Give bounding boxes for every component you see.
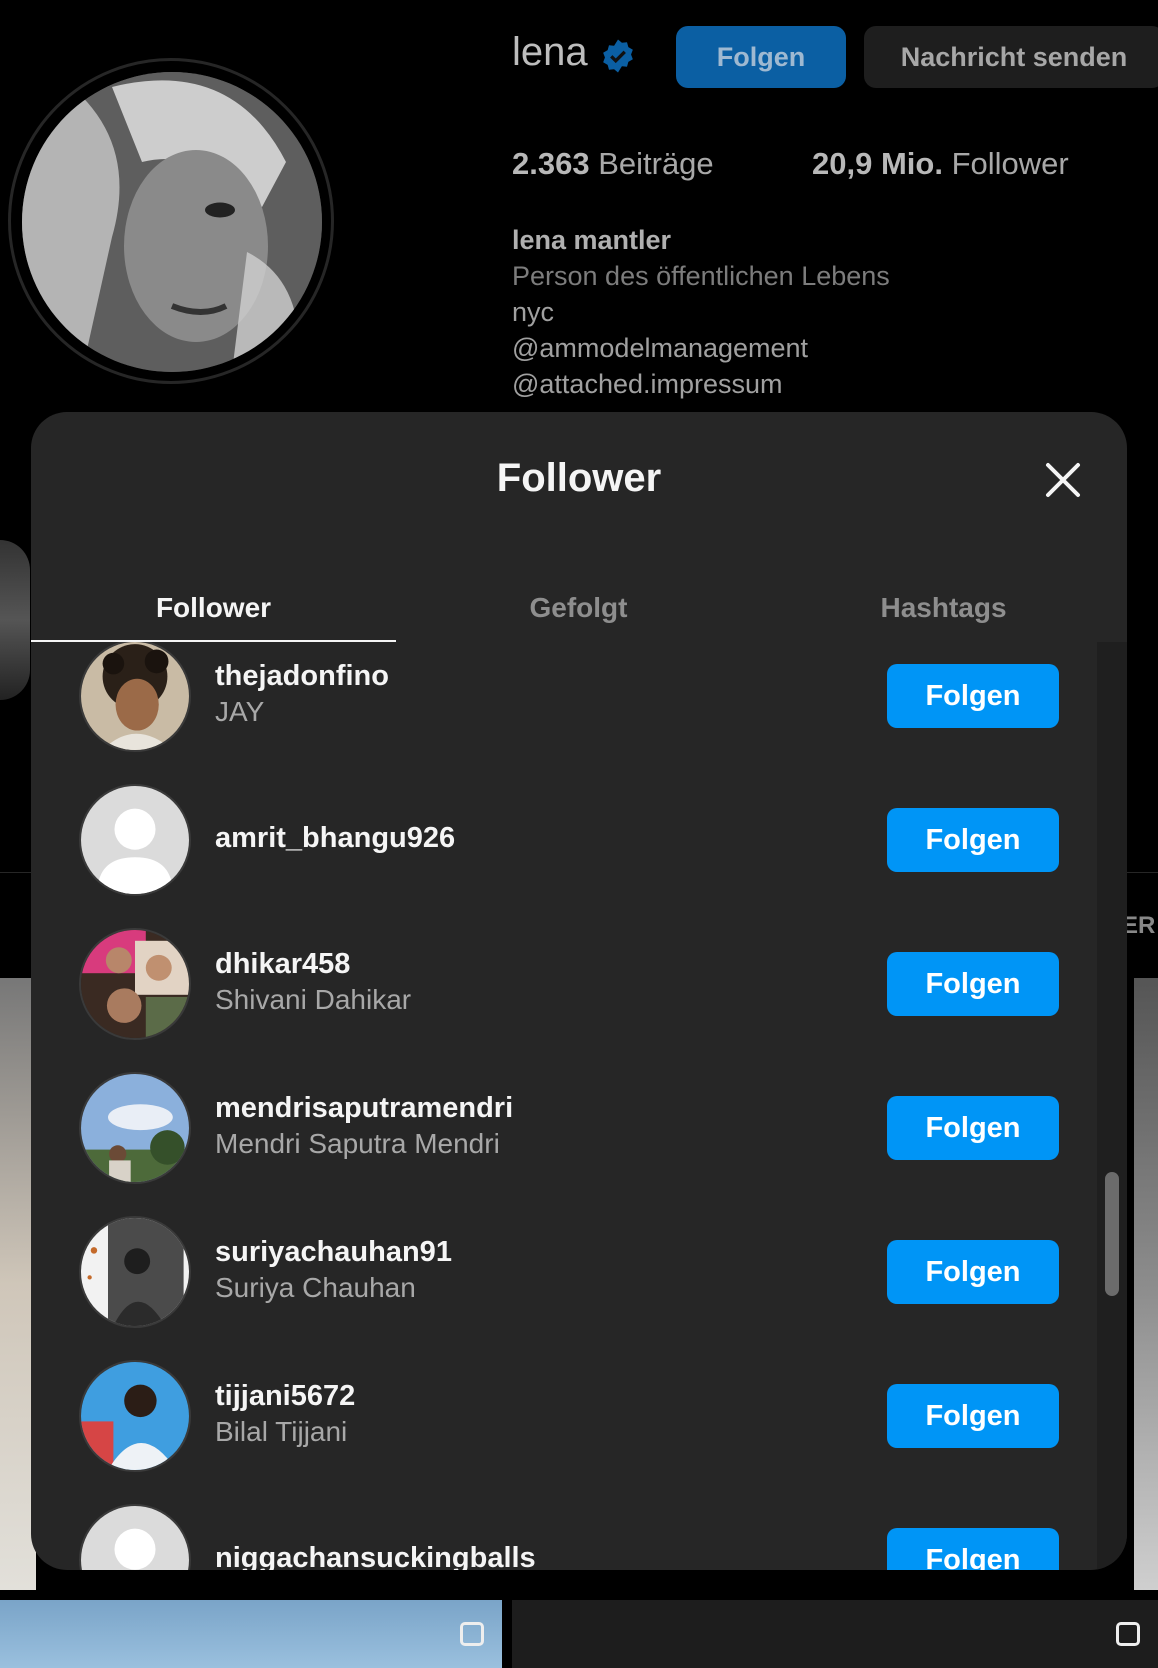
send-message-button[interactable]: Nachricht senden [864,26,1158,88]
follow-button[interactable]: Folgen [887,1384,1059,1448]
bio-line: nyc [512,297,555,327]
story-highlight[interactable] [0,540,30,700]
followers-label: Follower [951,146,1069,181]
avatar[interactable] [79,928,191,1040]
bio-name: lena mantler [512,225,672,255]
dialog-title: Follower [496,456,662,500]
post-thumbnail[interactable] [0,1600,502,1668]
follow-button[interactable]: Folgen [887,1528,1059,1570]
follower-username[interactable]: amrit_bhangu926 [215,822,455,855]
bio-mention-link[interactable]: @attached.impressum [512,366,890,402]
list-item[interactable]: thejadonfino JAY Folgen [79,642,1059,752]
list-item[interactable]: amrit_bhangu926 Folgen [79,784,1059,896]
list-item[interactable]: niggachansuckingballs Folgen [79,1504,1059,1570]
profile-username: lena [512,30,588,74]
avatar[interactable] [79,642,191,752]
follower-fullname: Suriya Chauhan [215,1272,416,1303]
follower-list: thejadonfino JAY Folgen amrit_bhangu926 … [31,642,1127,1570]
follower-username[interactable]: tijjani5672 [215,1380,355,1413]
profile-bio: lena mantler Person des öffentlichen Leb… [512,222,890,402]
avatar[interactable] [79,1360,191,1472]
follower-username[interactable]: thejadonfino [215,660,389,693]
list-item[interactable]: dhikar458 Shivani Dahikar Folgen [79,928,1059,1040]
follower-fullname: Bilal Tijjani [215,1416,348,1447]
follower-fullname: Shivani Dahikar [215,984,412,1015]
follower-username[interactable]: suriyachauhan91 [215,1236,452,1269]
avatar[interactable] [79,1072,191,1184]
follower-fullname: JAY [215,696,265,727]
avatar[interactable] [79,1216,191,1328]
list-item[interactable]: suriyachauhan91 Suriya Chauhan Folgen [79,1216,1059,1328]
follower-username[interactable]: dhikar458 [215,948,350,981]
scrollbar[interactable] [1097,642,1127,1570]
follow-button[interactable]: Folgen [887,808,1059,872]
default-avatar-icon [81,1506,189,1570]
follower-username[interactable]: niggachansuckingballs [215,1542,536,1570]
followers-count: 20,9 Mio. [812,146,943,181]
post-thumbnail[interactable] [1134,978,1158,1590]
profile-tab-fragment[interactable]: ER [1122,912,1155,940]
list-item[interactable]: tijjani5672 Bilal Tijjani Folgen [79,1360,1059,1472]
bio-category: Person des öffentlichen Lebens [512,261,890,291]
multi-post-icon [460,1622,484,1646]
tab-gefolgt[interactable]: Gefolgt [396,562,761,654]
avatar[interactable] [79,784,191,896]
follow-button[interactable]: Folgen [887,664,1059,728]
followers-stat[interactable]: 20,9 Mio. Follower [812,146,1069,182]
follower-fullname: Mendri Saputra Mendri [215,1128,500,1159]
verified-badge-icon [603,39,633,73]
posts-stat: 2.363 Beiträge [512,146,714,181]
posts-label: Beiträge [598,146,714,181]
follower-username[interactable]: mendrisaputramendri [215,1092,513,1125]
avatar[interactable] [79,1504,191,1570]
follow-button[interactable]: Folgen [887,1240,1059,1304]
profile-stats: 2.363 Beiträge 20,9 Mio. Follower [512,146,1069,182]
follow-button[interactable]: Folgen [887,952,1059,1016]
default-avatar-icon [81,786,189,894]
close-icon[interactable] [1043,460,1083,500]
followers-dialog: Follower Follower Gefolgt Hashtags theja… [31,412,1127,1570]
post-thumbnail[interactable] [512,1600,1158,1668]
profile-avatar[interactable] [22,72,322,372]
scrollbar-thumb[interactable] [1105,1172,1119,1296]
bio-mention-link[interactable]: @ammodelmanagement [512,330,890,366]
tab-hashtags[interactable]: Hashtags [761,562,1126,654]
follow-button[interactable]: Folgen [887,1096,1059,1160]
multi-post-icon [1116,1622,1140,1646]
posts-count: 2.363 [512,146,590,181]
profile-follow-button[interactable]: Folgen [676,26,846,88]
list-item[interactable]: mendrisaputramendri Mendri Saputra Mendr… [79,1072,1059,1184]
